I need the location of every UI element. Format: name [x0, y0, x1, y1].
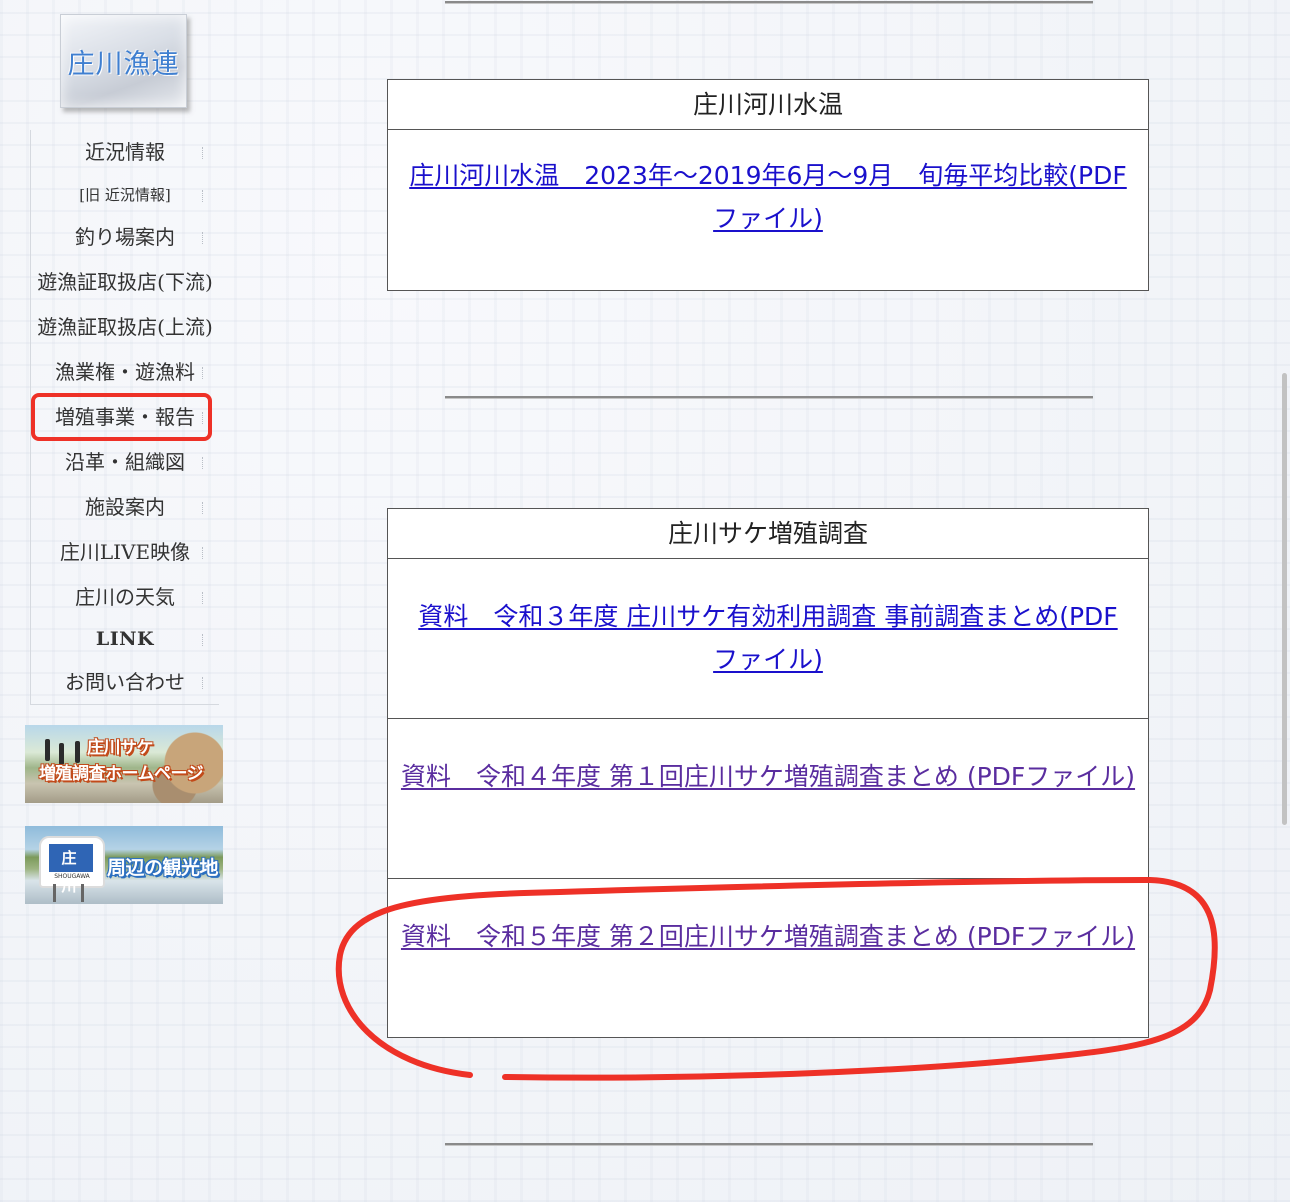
table-row: 資料 令和３年度 庄川サケ有効利用調査 事前調査まとめ(PDFファイル) [388, 559, 1148, 719]
sidebar-item-fishing-spots[interactable]: 釣り場案内 [31, 224, 219, 250]
page-scrollbar[interactable] [1282, 373, 1287, 825]
person-figure-icon [59, 743, 64, 765]
divider-bottom [445, 1143, 1093, 1146]
sidebar-item-live-video[interactable]: 庄川LIVE映像 [31, 539, 219, 565]
salmon-survey-table-title: 庄川サケ増殖調査 [388, 509, 1148, 559]
water-temp-table-title: 庄川河川水温 [388, 80, 1148, 130]
sidebar-item-old-news[interactable]: [旧 近況情報] [31, 182, 219, 208]
banner-sightseeing[interactable]: 庄 川 SHOUGAWA 周辺の観光地 [25, 826, 223, 904]
banner-salmon-subtitle: 増殖調査ホームページ [39, 764, 204, 784]
water-temp-table: 庄川河川水温 庄川河川水温 2023年～2019年6月～9月 旬毎平均比較(PD… [387, 79, 1149, 291]
salmon-survey-table: 庄川サケ増殖調査 資料 令和３年度 庄川サケ有効利用調査 事前調査まとめ(PDF… [387, 508, 1149, 1038]
table-row: 資料 令和５年度 第２回庄川サケ増殖調査まとめ (PDFファイル) [388, 879, 1148, 1037]
divider-middle [445, 396, 1093, 399]
sidebar-item-contact[interactable]: お問い合わせ [31, 669, 219, 695]
sidebar-item-facilities[interactable]: 施設案内 [31, 494, 219, 520]
water-temp-pdf-link[interactable]: 庄川河川水温 2023年～2019年6月～9月 旬毎平均比較(PDFファイル) [409, 161, 1127, 233]
table-row: 庄川河川水温 2023年～2019年6月～9月 旬毎平均比較(PDFファイル) [388, 130, 1148, 290]
river-sign-text: 庄 川 [49, 844, 93, 895]
sidebar-item-dealers-upstream[interactable]: 遊漁証取扱店(上流) [31, 314, 219, 340]
river-sign-sub: SHOUGAWA [54, 873, 90, 880]
person-figure-icon [45, 739, 50, 761]
sidebar-item-news[interactable]: 近況情報 [31, 139, 219, 165]
table-row: 資料 令和４年度 第１回庄川サケ増殖調査まとめ (PDFファイル) [388, 719, 1148, 879]
site-logo[interactable]: 庄川漁連 [60, 14, 187, 108]
salmon-2022-pdf-link[interactable]: 資料 令和４年度 第１回庄川サケ増殖調査まとめ (PDFファイル) [401, 762, 1135, 791]
sign-post [53, 884, 56, 902]
sidebar-item-dealers-downstream[interactable]: 遊漁証取扱店(下流) [31, 269, 219, 295]
sidebar-nav: 近況情報 [旧 近況情報] 釣り場案内 遊漁証取扱店(下流) 遊漁証取扱店(上流… [30, 130, 219, 705]
banner-salmon-survey[interactable]: 庄川サケ 増殖調査ホームページ [25, 725, 223, 803]
banner-salmon-title: 庄川サケ [87, 738, 154, 758]
banner-sightseeing-title: 周辺の観光地 [107, 857, 219, 879]
sign-post [81, 884, 84, 902]
salmon-2021-pdf-link[interactable]: 資料 令和３年度 庄川サケ有効利用調査 事前調査まとめ(PDFファイル) [418, 602, 1117, 674]
divider-top [445, 1, 1093, 4]
salmon-2023-pdf-link[interactable]: 資料 令和５年度 第２回庄川サケ増殖調査まとめ (PDFファイル) [401, 922, 1135, 951]
sidebar-item-fishing-rights[interactable]: 漁業権・遊漁料 [31, 359, 219, 385]
river-sign-icon: 庄 川 SHOUGAWA [39, 836, 105, 895]
sidebar-item-link[interactable]: LINK [31, 626, 219, 652]
sidebar-item-history[interactable]: 沿革・組織図 [31, 449, 219, 475]
sidebar-item-propagation[interactable]: 増殖事業・報告 [31, 404, 219, 430]
person-figure-icon [75, 741, 80, 763]
logo-text: 庄川漁連 [67, 48, 180, 80]
sidebar-item-weather[interactable]: 庄川の天気 [31, 584, 219, 610]
